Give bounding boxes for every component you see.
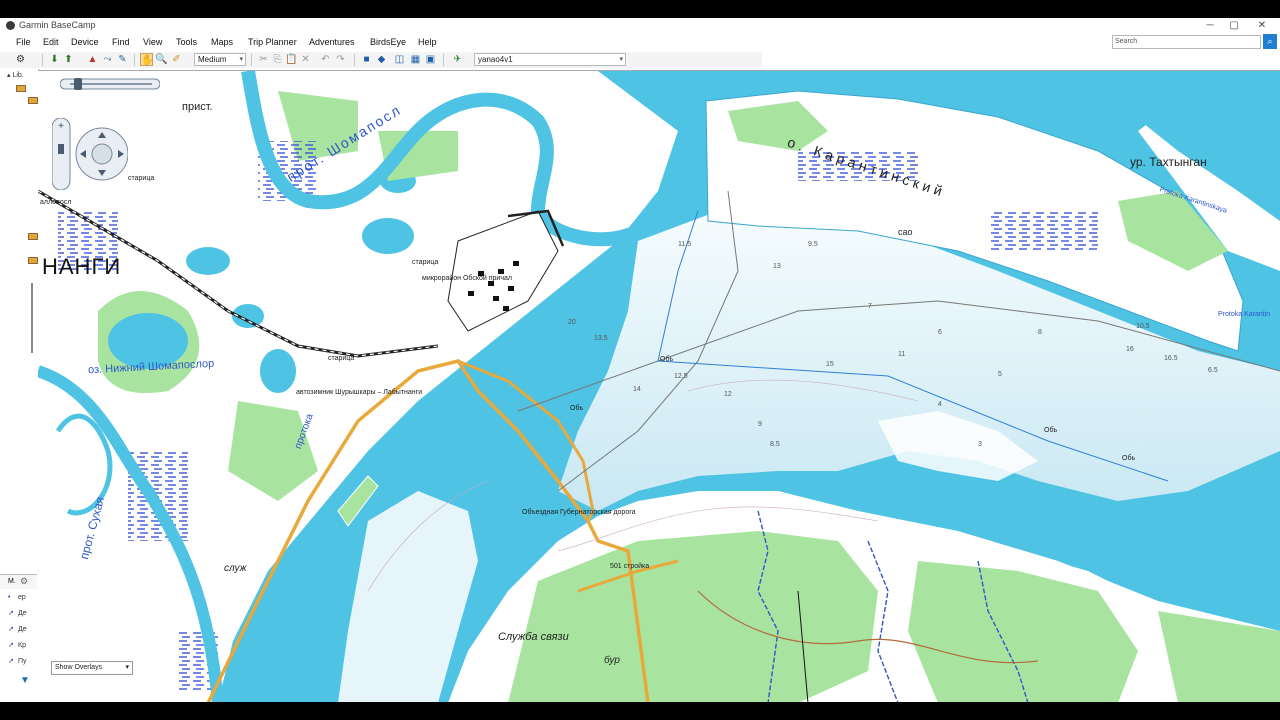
track-icon: ↗: [8, 626, 14, 633]
track-icon: ↗: [8, 658, 14, 665]
lake-nizhny: [108, 313, 188, 369]
new-waypoint-icon[interactable]: ▲: [86, 53, 99, 66]
list-item-label: ep: [18, 594, 26, 601]
library-root-label[interactable]: ▴ Lib.: [7, 71, 24, 79]
library-panel: ▴ Lib. M. ⚙ • ep ↗ Де ↗ Де ↗ Кр ↗ Пу: [0, 69, 39, 702]
minimize-button[interactable]: ─: [1198, 19, 1222, 33]
list-item[interactable]: ↗ Де: [8, 625, 27, 633]
island-marsh: [988, 211, 1098, 251]
toolbar-separator: [443, 54, 444, 66]
folder-icon[interactable]: [16, 85, 26, 92]
photo-view-icon[interactable]: ▣: [424, 53, 437, 66]
menu-file[interactable]: File: [16, 37, 31, 47]
map-navigation-control[interactable]: +: [51, 117, 129, 191]
menu-device[interactable]: Device: [71, 37, 99, 47]
grid-view-icon[interactable]: ▦: [409, 53, 422, 66]
menu-trip-planner[interactable]: Trip Planner: [248, 37, 297, 47]
zoom-tool-icon[interactable]: 🔍: [155, 53, 168, 66]
2d-view-icon[interactable]: ■: [360, 53, 373, 66]
map-detail-select[interactable]: Medium ▾: [194, 53, 246, 66]
toolbar-separator: [354, 54, 355, 66]
menu-view[interactable]: View: [143, 37, 162, 47]
filter-icon[interactable]: ▼: [20, 675, 30, 686]
list-item-label: Кр: [18, 642, 26, 649]
show-overlays-select[interactable]: Show Overlays ▾: [51, 661, 133, 675]
island-marsh: [798, 151, 918, 181]
hand-tool-icon[interactable]: ✋: [140, 53, 153, 66]
map-product-value: yanao4v1: [478, 55, 513, 64]
menu-adventures[interactable]: Adventures: [309, 37, 355, 47]
list-item[interactable]: ↗ Кр: [8, 641, 26, 649]
list-header-label: M.: [8, 578, 16, 585]
search-input[interactable]: Search: [1112, 35, 1261, 49]
copy-icon[interactable]: ⎘: [271, 53, 284, 66]
garmin-logo-icon: [6, 21, 15, 30]
map-view[interactable]: прист. прот. Шомапосл НАНГИ оз. Нижний Ш…: [38, 70, 1280, 702]
folder-icon[interactable]: [28, 97, 38, 104]
map-product-select[interactable]: yanao4v1 ▾: [474, 53, 626, 66]
folder-icon[interactable]: [28, 233, 38, 240]
basecamp-window: Garmin BaseCamp ─ ▢ ✕ File Edit Device F…: [0, 18, 1280, 702]
zoom-slider-graphic[interactable]: [59, 77, 161, 91]
title-bar: Garmin BaseCamp ─ ▢ ✕: [0, 18, 1280, 34]
delete-icon[interactable]: ✕: [299, 53, 312, 66]
send-to-device-icon[interactable]: ⬆: [62, 53, 75, 66]
menu-bar: File Edit Device Find View Tools Maps Tr…: [0, 36, 762, 50]
lake: [362, 218, 414, 254]
list-panel-header: M. ⚙: [0, 574, 37, 589]
library-root-text: Lib.: [12, 72, 24, 79]
svg-text:+: +: [58, 121, 64, 132]
close-button[interactable]: ✕: [1250, 19, 1274, 33]
menu-help[interactable]: Help: [418, 37, 437, 47]
undo-icon[interactable]: ↶: [319, 53, 332, 66]
pan-zoom-control[interactable]: +: [51, 117, 129, 191]
measure-tool-icon[interactable]: ✐: [170, 53, 183, 66]
new-track-icon[interactable]: ✎: [116, 53, 129, 66]
map-detail-value: Medium: [198, 55, 227, 64]
list-item-label: Де: [18, 610, 27, 617]
new-route-icon[interactable]: ⤳: [101, 53, 114, 66]
zoom-slider[interactable]: [59, 77, 161, 91]
list-item[interactable]: ↗ Пу: [8, 657, 27, 665]
chevron-down-icon: ▾: [239, 56, 243, 63]
receive-from-device-icon[interactable]: ⬇: [48, 53, 61, 66]
chevron-down-icon: ▾: [125, 664, 129, 671]
settings-icon[interactable]: ⚙: [20, 576, 28, 587]
track-icon: ↗: [8, 642, 14, 649]
maximize-button[interactable]: ▢: [1222, 19, 1246, 33]
menu-tools[interactable]: Tools: [176, 37, 197, 47]
menu-find[interactable]: Find: [112, 37, 130, 47]
list-item-label: Пу: [18, 658, 27, 665]
folder-icon[interactable]: [28, 257, 38, 264]
topo-map[interactable]: [38, 71, 1280, 702]
chevron-down-icon: ▾: [619, 56, 623, 63]
list-item[interactable]: ↗ Де: [8, 609, 27, 617]
toolbar-separator: [42, 54, 43, 66]
toolbar-separator: [251, 54, 252, 66]
list-item[interactable]: • ep: [8, 594, 26, 601]
tree-scrollbar[interactable]: [31, 283, 33, 353]
dot-icon: •: [8, 594, 11, 601]
library-tool-icon[interactable]: ⚙: [14, 53, 27, 66]
window-title: Garmin BaseCamp: [19, 20, 96, 30]
menu-edit[interactable]: Edit: [43, 37, 59, 47]
track-icon: ↗: [8, 610, 14, 617]
lake: [260, 349, 296, 393]
cut-icon[interactable]: ✂: [257, 53, 270, 66]
map-mode-icon[interactable]: ◫: [393, 53, 406, 66]
show-overlays-value: Show Overlays: [55, 664, 103, 671]
redo-icon[interactable]: ↷: [334, 53, 347, 66]
list-item-label: Де: [18, 626, 27, 633]
transfer-icon[interactable]: ✈: [451, 53, 464, 66]
search-icon[interactable]: ⌕: [1263, 34, 1277, 49]
menu-maps[interactable]: Maps: [211, 37, 233, 47]
screen-bottom-border: [0, 702, 1280, 720]
toolbar: ⚙ ⬇ ⬆ ▲ ⤳ ✎ ✋ 🔍 ✐ Medium ▾ ✂ ⎘ 📋 ✕ ↶ ↷ ■…: [0, 52, 762, 68]
3d-view-icon[interactable]: ◆: [375, 53, 388, 66]
menu-birdseye[interactable]: BirdsEye: [370, 37, 406, 47]
paste-icon[interactable]: 📋: [285, 53, 298, 66]
toolbar-separator: [134, 54, 135, 66]
lake: [186, 247, 230, 275]
